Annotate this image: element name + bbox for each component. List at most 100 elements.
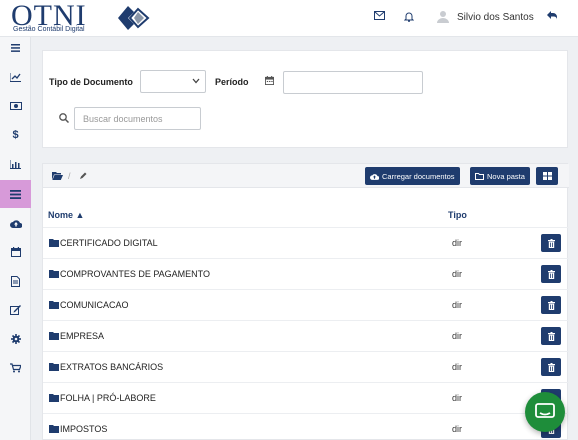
period-label: Período: [215, 77, 249, 87]
sidebar-item-upload[interactable]: [0, 212, 31, 234]
documents-toolbar: / Carregar documentos Nova pasta: [43, 164, 569, 188]
sidebar-item-files[interactable]: [0, 270, 31, 292]
column-header-type[interactable]: Tipo: [448, 210, 467, 220]
sidebar-item-finance[interactable]: [0, 95, 31, 117]
chat-icon: [535, 403, 555, 418]
chart-line-icon: [10, 72, 21, 82]
upload-documents-button[interactable]: Carregar documentos: [365, 167, 460, 185]
sidebar-menu-toggle[interactable]: [0, 37, 31, 59]
chat-button[interactable]: [525, 392, 565, 432]
upload-documents-label: Carregar documentos: [382, 171, 455, 181]
filter-panel: Tipo de Documento Período: [42, 50, 568, 148]
folder-open-icon: [52, 172, 63, 180]
folder-icon: [49, 239, 59, 250]
search-input[interactable]: [74, 107, 201, 130]
edit-icon: [10, 305, 21, 315]
item-type: dir: [452, 331, 463, 341]
folder-icon: [49, 425, 59, 436]
sidebar-item-dashboard[interactable]: [0, 66, 31, 88]
grid-view-button[interactable]: [536, 167, 558, 185]
sidebar: $: [0, 37, 31, 440]
documents-panel: / Carregar documentos Nova pasta Nome ▲ …: [42, 163, 569, 440]
breadcrumb-edit[interactable]: [80, 171, 87, 181]
table-row[interactable]: FOLHA | PRÓ-LABORE dir: [43, 382, 569, 413]
table-row[interactable]: CERTIFICADO DIGITAL dir: [43, 227, 569, 258]
table-row[interactable]: COMPROVANTES DE PAGAMENTO dir: [43, 258, 569, 289]
trash-icon: [547, 269, 555, 279]
cloud-upload-icon: [370, 173, 379, 180]
sidebar-item-calendar[interactable]: [0, 241, 31, 263]
trash-icon: [547, 362, 555, 372]
new-folder-label: Nova pasta: [487, 171, 525, 181]
trash-icon: [547, 331, 555, 341]
folder-name[interactable]: FOLHA | PRÓ-LABORE: [60, 393, 156, 403]
table-row[interactable]: IMPOSTOS dir: [43, 413, 569, 440]
breadcrumb-separator: /: [68, 171, 71, 181]
column-header-name[interactable]: Nome ▲: [48, 210, 84, 220]
calendar-icon: [265, 76, 274, 88]
search-icon: [59, 113, 70, 126]
folder-name[interactable]: COMUNICACAO: [60, 300, 129, 310]
delete-button[interactable]: [541, 358, 561, 376]
chevron-down-icon: [192, 76, 200, 86]
logo-tagline: Gestão Contábil Digital: [13, 26, 85, 33]
logout-icon[interactable]: [547, 11, 558, 23]
item-type: dir: [452, 393, 463, 403]
list-icon: [10, 189, 21, 199]
trash-icon: [547, 238, 555, 248]
cart-icon: [10, 363, 21, 373]
item-type: dir: [452, 300, 463, 310]
top-bar: OTNI Gestão Contábil Digital Silvio dos …: [0, 0, 578, 37]
menu-icon: [11, 44, 20, 52]
sidebar-item-documents[interactable]: [0, 180, 31, 208]
trash-icon: [547, 300, 555, 310]
folder-name[interactable]: EMPRESA: [60, 331, 104, 341]
sidebar-item-payments[interactable]: $: [0, 124, 31, 146]
logo[interactable]: OTNI Gestão Contábil Digital: [11, 1, 151, 34]
sidebar-item-reports[interactable]: [0, 153, 31, 175]
bell-icon[interactable]: [403, 11, 415, 25]
user-name[interactable]: Silvio dos Santos: [457, 12, 534, 23]
delete-button[interactable]: [541, 296, 561, 314]
doc-type-select[interactable]: [140, 70, 206, 93]
logo-mark-icon: [118, 6, 150, 30]
delete-button[interactable]: [541, 265, 561, 283]
folder-icon: [49, 270, 59, 281]
folder-outline-icon: [475, 172, 484, 180]
cloud-upload-icon: [9, 219, 22, 228]
breadcrumb-root[interactable]: [52, 172, 63, 182]
item-type: dir: [452, 362, 463, 372]
calendar-icon: [10, 247, 21, 257]
user-avatar-icon[interactable]: [437, 10, 449, 26]
table-row[interactable]: EXTRATOS BANCÁRIOS dir: [43, 351, 569, 382]
gear-icon: [10, 334, 21, 344]
bar-chart-icon: [10, 159, 21, 169]
file-icon: [11, 275, 20, 287]
sidebar-item-settings[interactable]: [0, 328, 31, 350]
period-date-input[interactable]: [283, 71, 423, 94]
table-row[interactable]: EMPRESA dir: [43, 320, 569, 351]
folder-icon: [49, 363, 59, 374]
new-folder-button[interactable]: Nova pasta: [470, 167, 530, 185]
item-type: dir: [452, 424, 463, 434]
delete-button[interactable]: [541, 327, 561, 345]
folder-name[interactable]: CERTIFICADO DIGITAL: [60, 238, 158, 248]
sidebar-item-edit[interactable]: [0, 299, 31, 321]
mail-icon[interactable]: [374, 11, 385, 23]
sidebar-item-store[interactable]: [0, 357, 31, 379]
item-type: dir: [452, 238, 463, 248]
pencil-icon: [80, 172, 87, 179]
grid-icon: [542, 172, 552, 180]
money-icon: [9, 102, 22, 110]
dollar-icon: $: [12, 129, 19, 141]
folder-icon: [49, 301, 59, 312]
folder-name[interactable]: COMPROVANTES DE PAGAMENTO: [60, 269, 210, 279]
item-type: dir: [452, 269, 463, 279]
folder-icon: [49, 394, 59, 405]
table-row[interactable]: COMUNICACAO dir: [43, 289, 569, 320]
doc-type-label: Tipo de Documento: [49, 77, 133, 87]
folder-icon: [49, 332, 59, 343]
delete-button[interactable]: [541, 234, 561, 252]
folder-name[interactable]: EXTRATOS BANCÁRIOS: [60, 362, 163, 372]
folder-name[interactable]: IMPOSTOS: [60, 424, 107, 434]
